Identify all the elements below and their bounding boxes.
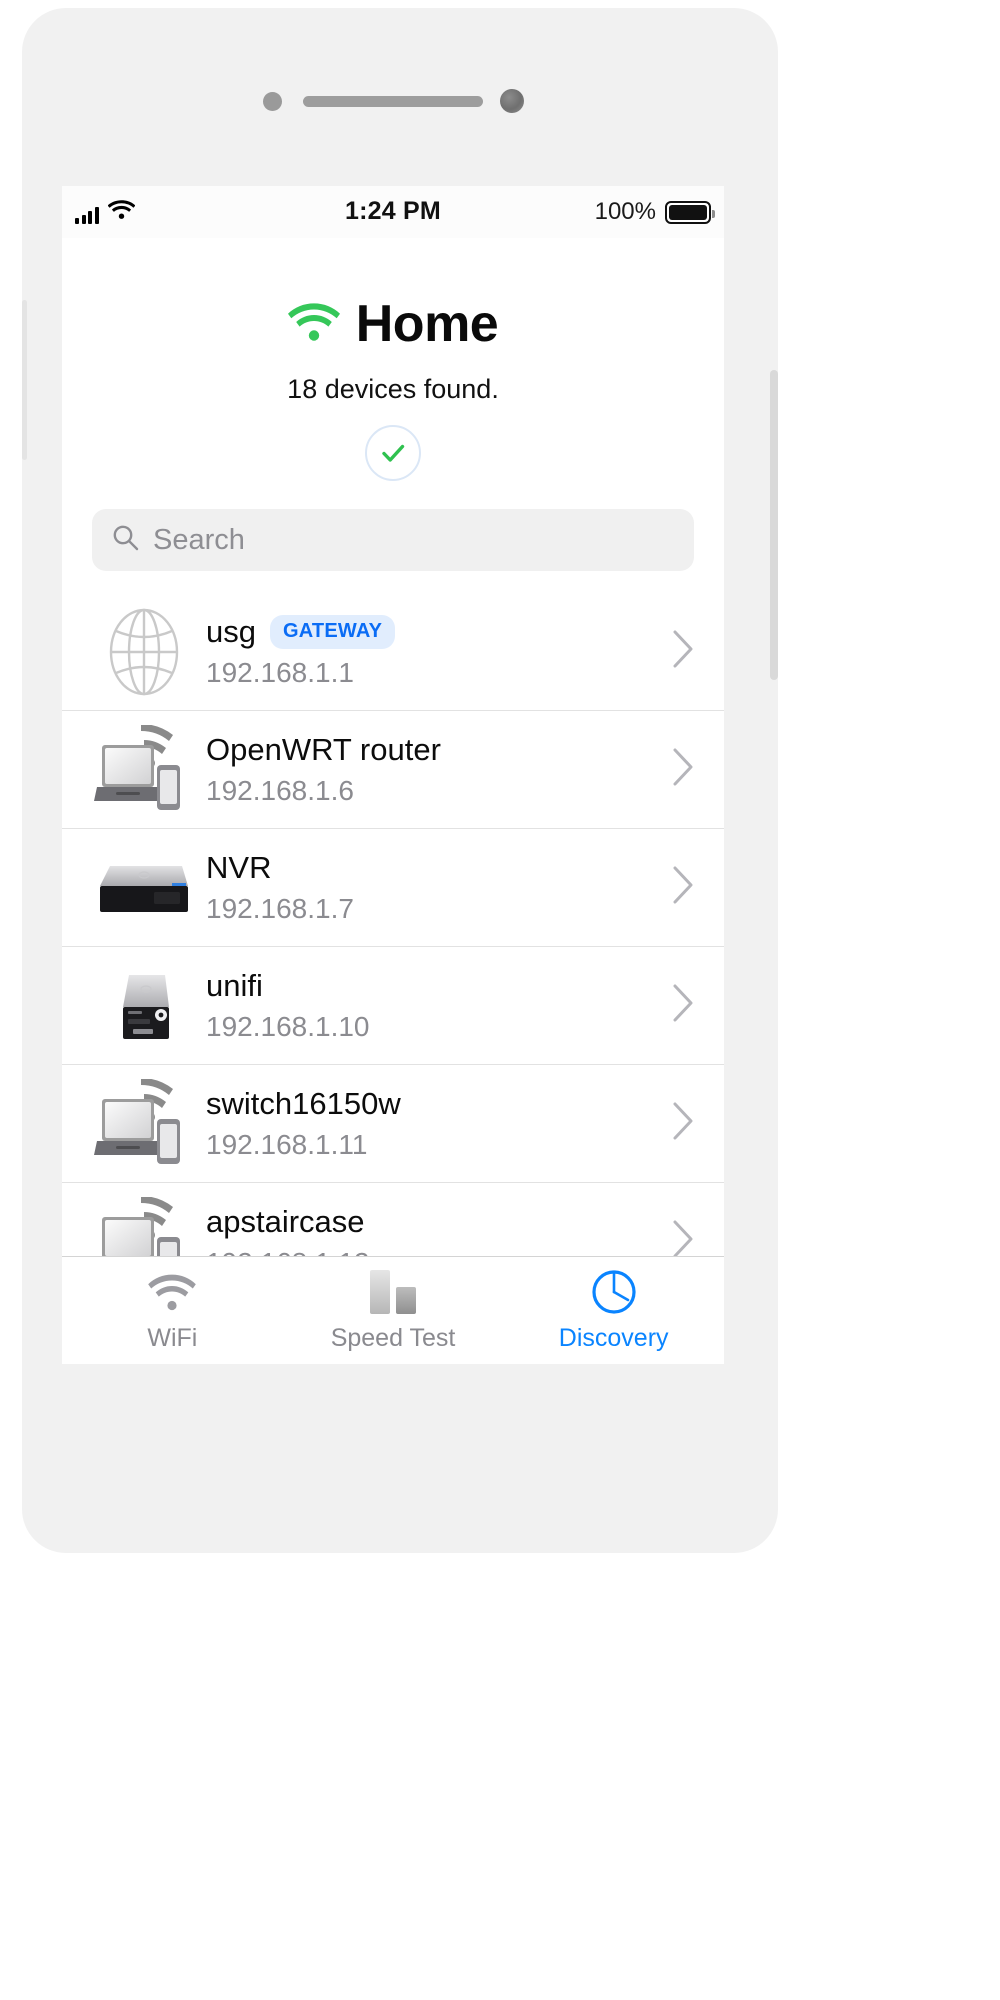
laptop-phone-wifi-icon <box>92 724 196 816</box>
chevron-right-icon[interactable] <box>670 864 696 911</box>
nvr-appliance-icon <box>92 842 196 934</box>
proximity-sensor-icon <box>500 89 524 113</box>
front-camera-icon <box>263 92 282 111</box>
page-title: Home <box>355 295 499 353</box>
device-name-row: switch16150w <box>206 1086 670 1122</box>
phone-volume-button[interactable] <box>22 300 27 460</box>
tab-speed-test[interactable]: Speed Test <box>283 1257 504 1364</box>
device-name: OpenWRT router <box>206 732 441 768</box>
status-bar-right: 100% <box>594 198 715 226</box>
chevron-right-icon[interactable] <box>670 982 696 1029</box>
search-input[interactable]: Search <box>153 524 245 557</box>
checkmark-circle-icon <box>365 425 421 481</box>
device-name-row: OpenWRT router <box>206 732 670 768</box>
device-ip: 192.168.1.6 <box>206 774 354 806</box>
device-name: apstaircase <box>206 1204 365 1240</box>
devices-found-label: 18 devices found. <box>287 374 499 404</box>
unifi-appliance-icon <box>92 960 196 1052</box>
table-row[interactable]: switch16150w 192.168.1.11 <box>62 1065 724 1183</box>
tab-discovery[interactable]: Discovery <box>503 1257 724 1364</box>
status-bar: 1:24 PM 100% <box>62 186 724 238</box>
screenshot-root: 1:24 PM 100% Home 18 devices found. Sear… <box>0 0 1000 2000</box>
title-row: Home <box>62 298 724 350</box>
wifi-icon <box>147 1268 197 1316</box>
device-info: switch16150w 192.168.1.11 <box>196 1086 670 1161</box>
table-row[interactable]: usg GATEWAY 192.168.1.1 <box>62 593 724 711</box>
device-name-row: usg GATEWAY <box>206 614 670 650</box>
device-info: OpenWRT router 192.168.1.6 <box>196 732 670 807</box>
device-name-row: NVR <box>206 850 670 886</box>
chevron-right-icon[interactable] <box>670 1100 696 1147</box>
status-badge: GATEWAY <box>269 614 396 649</box>
device-ip: 192.168.1.1 <box>206 656 354 688</box>
device-list: usg GATEWAY 192.168.1.1 OpenWRT router 1… <box>62 593 724 1301</box>
device-info: NVR 192.168.1.7 <box>196 850 670 925</box>
tab-label: WiFi <box>147 1324 198 1352</box>
device-ip: 192.168.1.7 <box>206 892 354 924</box>
device-name-row: unifi <box>206 968 670 1004</box>
radar-circle-icon <box>590 1268 638 1316</box>
tab-label: Speed Test <box>330 1324 456 1352</box>
globe-icon <box>92 606 196 698</box>
table-row[interactable]: OpenWRT router 192.168.1.6 <box>62 711 724 829</box>
phone-screen: 1:24 PM 100% Home 18 devices found. Sear… <box>62 186 724 1364</box>
tab-label: Discovery <box>558 1324 669 1352</box>
device-name: NVR <box>206 850 272 886</box>
tab-bar: WiFi Speed Test Discovery <box>62 1256 724 1364</box>
device-name: usg <box>206 614 256 650</box>
device-ip: 192.168.1.10 <box>206 1010 370 1042</box>
device-ip: 192.168.1.11 <box>206 1128 368 1160</box>
battery-full-icon <box>665 200 715 224</box>
earpiece-speaker <box>303 96 483 107</box>
search-bar[interactable]: Search <box>62 481 724 571</box>
phone-power-button[interactable] <box>770 370 778 680</box>
battery-percent-label: 100% <box>594 198 656 225</box>
bar-chart-icon <box>370 1268 416 1316</box>
chevron-right-icon[interactable] <box>670 746 696 793</box>
search-field[interactable]: Search <box>92 509 694 571</box>
page-header: Home 18 devices found. <box>62 238 724 481</box>
device-name: switch16150w <box>206 1086 401 1122</box>
chevron-right-icon[interactable] <box>670 628 696 675</box>
device-name: unifi <box>206 968 263 1004</box>
device-info: usg GATEWAY 192.168.1.1 <box>196 614 670 689</box>
laptop-phone-wifi-icon <box>92 1078 196 1170</box>
table-row[interactable]: unifi 192.168.1.10 <box>62 947 724 1065</box>
device-info: unifi 192.168.1.10 <box>196 968 670 1043</box>
tab-wifi[interactable]: WiFi <box>62 1257 283 1364</box>
search-icon <box>112 524 139 556</box>
table-row[interactable]: NVR 192.168.1.7 <box>62 829 724 947</box>
device-name-row: apstaircase <box>206 1204 670 1240</box>
wifi-icon <box>287 302 340 346</box>
